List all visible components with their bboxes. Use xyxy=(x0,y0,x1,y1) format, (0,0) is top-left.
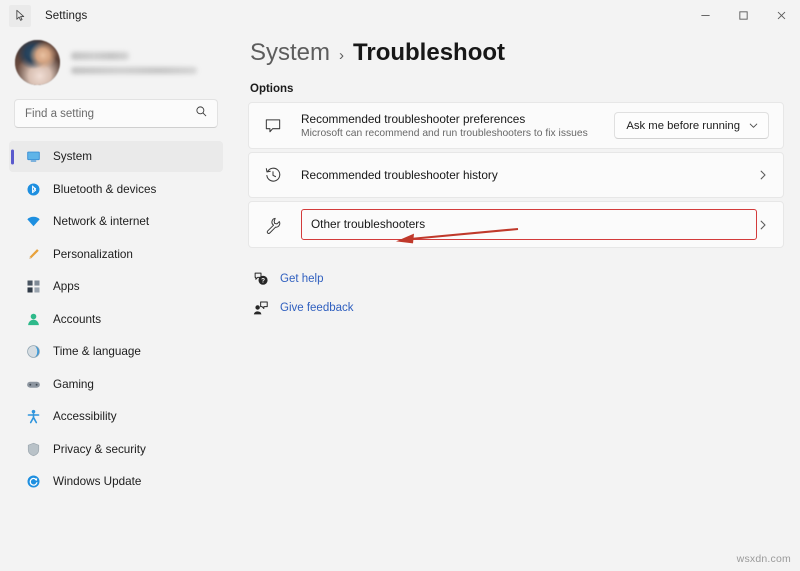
refresh-circle-icon xyxy=(25,474,41,490)
search-icon xyxy=(195,105,208,123)
profile-email-redacted xyxy=(71,67,197,74)
link-give-feedback[interactable]: Give feedback xyxy=(252,299,784,316)
sidebar-item-label: Windows Update xyxy=(53,475,142,488)
section-label-options: Options xyxy=(250,83,294,95)
sidebar-item-windows-update[interactable]: Windows Update xyxy=(9,466,223,497)
watermark: wsxdn.com xyxy=(736,553,791,565)
wifi-icon xyxy=(25,214,41,230)
search-input[interactable] xyxy=(15,107,217,120)
sidebar-item-gaming[interactable]: Gaming xyxy=(9,369,223,400)
search-box[interactable] xyxy=(14,99,218,128)
link-label: Get help xyxy=(280,272,324,285)
sidebar-item-accessibility[interactable]: Accessibility xyxy=(9,401,223,432)
sidebar-item-label: Accessibility xyxy=(53,410,117,423)
sidebar-item-label: Apps xyxy=(53,280,80,293)
card-recommended-troubleshooter-preferences[interactable]: Recommended troubleshooter preferences M… xyxy=(248,102,784,149)
highlight-annotation-box: Other troubleshooters xyxy=(301,209,757,240)
sidebar-nav: System Bluetooth & devices Network & int… xyxy=(9,140,223,499)
window-body: System Bluetooth & devices xyxy=(0,31,800,571)
title-bar-left: Settings xyxy=(0,4,88,27)
bluetooth-icon xyxy=(25,181,41,197)
sidebar-item-label: Accounts xyxy=(53,312,102,326)
cursor-pointer-icon[interactable] xyxy=(9,4,31,27)
profile-name-redacted xyxy=(71,52,129,60)
chevron-right-icon xyxy=(757,169,769,181)
card-title: Other troubleshooters xyxy=(311,217,426,231)
card-title: Recommended troubleshooter preferences xyxy=(301,112,526,126)
breadcrumb-separator-icon: › xyxy=(339,47,345,64)
shield-icon xyxy=(25,441,41,457)
search-container xyxy=(9,93,223,140)
sidebar-item-label: System xyxy=(53,150,92,163)
monitor-icon xyxy=(25,149,41,165)
sidebar-item-accounts[interactable]: Accounts xyxy=(9,304,223,335)
settings-window: Settings Find a setting System Bluetooth… xyxy=(0,0,800,571)
dropdown-value: Ask me before running xyxy=(626,119,740,132)
accessibility-person-icon xyxy=(25,409,41,425)
speech-bubble-icon xyxy=(263,116,282,135)
sidebar-item-bluetooth-devices[interactable]: Bluetooth & devices xyxy=(9,174,223,205)
profile-text xyxy=(71,50,197,74)
sidebar-item-label: Privacy & security xyxy=(53,442,146,456)
card-text: Recommended troubleshooter history xyxy=(301,168,757,182)
chevron-right-icon xyxy=(757,219,769,231)
sidebar-item-label: Time & language xyxy=(53,345,141,358)
gamepad-icon xyxy=(25,376,41,392)
sidebar-item-apps[interactable]: Apps xyxy=(9,271,223,302)
sidebar: System Bluetooth & devices xyxy=(0,31,232,571)
card-title: Recommended troubleshooter history xyxy=(301,168,498,182)
sidebar-item-network-internet[interactable]: Network & internet xyxy=(9,206,223,237)
card-recommended-troubleshooter-history[interactable]: Recommended troubleshooter history xyxy=(248,152,784,198)
avatar xyxy=(15,39,60,85)
link-get-help[interactable]: ? Get help xyxy=(252,270,784,287)
sidebar-item-privacy-security[interactable]: Privacy & security xyxy=(9,434,223,465)
title-bar: Settings xyxy=(0,0,800,31)
sidebar-item-label: Network & internet xyxy=(53,215,150,228)
apps-grid-icon xyxy=(25,279,41,295)
clock-globe-icon xyxy=(25,344,41,360)
page-title: Troubleshoot xyxy=(353,39,506,66)
wrench-icon xyxy=(263,215,282,234)
card-subtitle: Microsoft can recommend and run troubles… xyxy=(301,128,588,139)
person-icon xyxy=(25,311,41,327)
feedback-person-icon xyxy=(252,299,269,316)
sidebar-item-label: Personalization xyxy=(53,247,133,261)
main-content: System › Troubleshoot Options Recommende… xyxy=(232,31,800,571)
help-question-icon: ? xyxy=(252,270,269,287)
maximize-button[interactable] xyxy=(724,0,762,31)
avatar-image xyxy=(15,39,60,85)
recommended-troubleshooter-preferences-dropdown[interactable]: Ask me before running xyxy=(614,112,769,139)
card-other-troubleshooters[interactable]: Other troubleshooters xyxy=(248,201,784,248)
history-clock-icon xyxy=(263,166,282,185)
card-text: Other troubleshooters xyxy=(301,209,757,240)
svg-text:?: ? xyxy=(261,277,265,284)
sidebar-item-personalization[interactable]: Personalization xyxy=(9,239,223,270)
help-links: ? Get help Give feedback xyxy=(248,270,784,316)
breadcrumb-parent[interactable]: System xyxy=(250,39,330,67)
paintbrush-icon xyxy=(25,246,41,262)
user-profile[interactable] xyxy=(9,31,223,93)
close-button[interactable] xyxy=(762,0,800,31)
sidebar-item-label: Bluetooth & devices xyxy=(53,182,157,196)
chevron-down-icon xyxy=(748,120,759,131)
link-label: Give feedback xyxy=(280,301,354,314)
sidebar-item-system[interactable]: System xyxy=(9,141,223,172)
sidebar-item-label: Gaming xyxy=(53,377,94,391)
breadcrumb: System › Troubleshoot xyxy=(248,39,784,67)
window-title: Settings xyxy=(45,9,88,22)
minimize-button[interactable] xyxy=(686,0,724,31)
options-card-list: Recommended troubleshooter preferences M… xyxy=(248,102,784,248)
card-text: Recommended troubleshooter preferences M… xyxy=(301,112,614,139)
window-controls xyxy=(686,0,800,31)
sidebar-item-time-language[interactable]: Time & language xyxy=(9,336,223,367)
